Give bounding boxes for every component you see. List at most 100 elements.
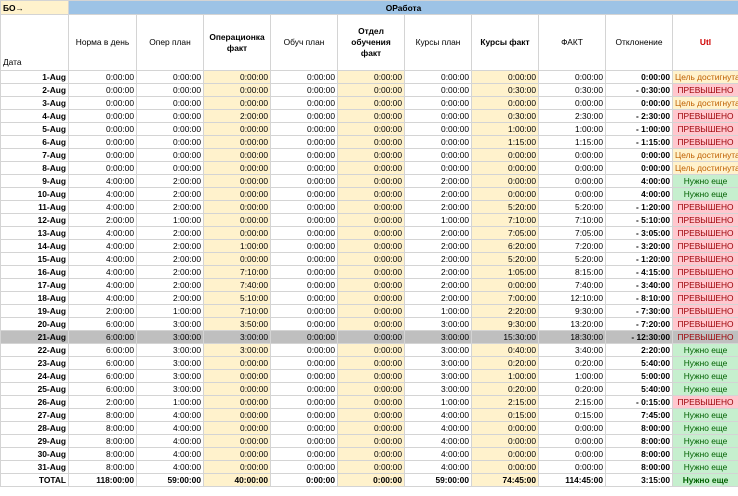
- oper-fact-cell[interactable]: 0:00:00: [203, 408, 271, 422]
- fact-cell[interactable]: 3:40:00: [538, 343, 606, 357]
- status-cell[interactable]: Цель достигнута: [671, 70, 738, 84]
- fact-cell[interactable]: 0:00:00: [538, 421, 606, 435]
- norm-cell[interactable]: 0:00:00: [68, 96, 137, 110]
- oper-fact-cell[interactable]: 0:00:00: [203, 70, 271, 84]
- kursy-fact-cell[interactable]: 1:15:00: [471, 135, 539, 149]
- kursy-plan-cell[interactable]: 2:00:00: [404, 291, 472, 305]
- kursy-plan-cell[interactable]: 0:00:00: [404, 70, 472, 84]
- fact-cell[interactable]: 0:00:00: [538, 174, 606, 188]
- kursy-fact-cell[interactable]: 0:00:00: [471, 460, 539, 474]
- date-cell[interactable]: 21-Aug: [0, 330, 69, 344]
- norm-cell[interactable]: 0:00:00: [68, 135, 137, 149]
- oper-plan-cell[interactable]: 2:00:00: [136, 187, 204, 201]
- obuch-plan-cell[interactable]: 0:00:00: [270, 187, 338, 201]
- oper-fact-cell[interactable]: 0:00:00: [203, 434, 271, 448]
- norm-cell[interactable]: 4:00:00: [68, 291, 137, 305]
- kursy-plan-cell[interactable]: 2:00:00: [404, 278, 472, 292]
- total-oper-fact-cell[interactable]: 40:00:00: [203, 473, 271, 487]
- date-cell[interactable]: 28-Aug: [0, 421, 69, 435]
- oper-fact-cell[interactable]: 3:50:00: [203, 317, 271, 331]
- kursy-fact-cell[interactable]: 0:40:00: [471, 343, 539, 357]
- otkl-cell[interactable]: 2:20:00: [605, 343, 673, 357]
- date-cell[interactable]: 13-Aug: [0, 226, 69, 240]
- date-cell[interactable]: 15-Aug: [0, 252, 69, 266]
- header-obuch-fact[interactable]: Отдел обучения факт: [337, 14, 405, 71]
- obuch-fact-cell[interactable]: 0:00:00: [337, 161, 405, 175]
- otkl-cell[interactable]: 5:00:00: [605, 369, 673, 383]
- oper-fact-cell[interactable]: 7:10:00: [203, 265, 271, 279]
- norm-cell[interactable]: 8:00:00: [68, 408, 137, 422]
- oper-fact-cell[interactable]: 0:00:00: [203, 356, 271, 370]
- status-cell[interactable]: ПРЕВЫШЕНО: [671, 226, 738, 240]
- kursy-plan-cell[interactable]: 0:00:00: [404, 122, 472, 136]
- otkl-cell[interactable]: 0:00:00: [605, 161, 673, 175]
- otkl-cell[interactable]: 0:00:00: [605, 148, 673, 162]
- oper-fact-cell[interactable]: 0:00:00: [203, 200, 271, 214]
- obuch-plan-cell[interactable]: 0:00:00: [270, 200, 338, 214]
- kursy-plan-cell[interactable]: 2:00:00: [404, 200, 472, 214]
- date-cell[interactable]: 30-Aug: [0, 447, 69, 461]
- otkl-cell[interactable]: 4:00:00: [605, 187, 673, 201]
- oper-fact-cell[interactable]: 3:00:00: [203, 330, 271, 344]
- kursy-fact-cell[interactable]: 0:20:00: [471, 356, 539, 370]
- norm-cell[interactable]: 4:00:00: [68, 265, 137, 279]
- date-cell[interactable]: 4-Aug: [0, 109, 69, 123]
- fact-cell[interactable]: 9:30:00: [538, 304, 606, 318]
- otkl-cell[interactable]: 5:40:00: [605, 356, 673, 370]
- kursy-plan-cell[interactable]: 3:00:00: [404, 356, 472, 370]
- status-cell[interactable]: Нужно еще: [671, 174, 738, 188]
- obuch-plan-cell[interactable]: 0:00:00: [270, 265, 338, 279]
- date-cell[interactable]: 26-Aug: [0, 395, 69, 409]
- date-cell[interactable]: 16-Aug: [0, 265, 69, 279]
- norm-cell[interactable]: 6:00:00: [68, 369, 137, 383]
- group-title-cell[interactable]: ОРабота: [67, 0, 738, 15]
- fact-cell[interactable]: 5:20:00: [538, 252, 606, 266]
- kursy-plan-cell[interactable]: 2:00:00: [404, 239, 472, 253]
- status-cell[interactable]: ПРЕВЫШЕНО: [671, 252, 738, 266]
- obuch-fact-cell[interactable]: 0:00:00: [337, 213, 405, 227]
- oper-plan-cell[interactable]: 2:00:00: [136, 239, 204, 253]
- total-fact-cell[interactable]: 114:45:00: [538, 473, 606, 487]
- oper-fact-cell[interactable]: 0:00:00: [203, 213, 271, 227]
- date-cell[interactable]: 11-Aug: [0, 200, 69, 214]
- obuch-fact-cell[interactable]: 0:00:00: [337, 460, 405, 474]
- status-cell[interactable]: ПРЕВЫШЕНО: [671, 330, 738, 344]
- kursy-fact-cell[interactable]: 0:00:00: [471, 70, 539, 84]
- oper-plan-cell[interactable]: 2:00:00: [136, 278, 204, 292]
- otkl-cell[interactable]: - 4:15:00: [605, 265, 673, 279]
- norm-cell[interactable]: 4:00:00: [68, 187, 137, 201]
- oper-plan-cell[interactable]: 3:00:00: [136, 356, 204, 370]
- norm-cell[interactable]: 0:00:00: [68, 109, 137, 123]
- total-otkl-cell[interactable]: 3:15:00: [605, 473, 673, 487]
- oper-plan-cell[interactable]: 4:00:00: [136, 447, 204, 461]
- norm-cell[interactable]: 4:00:00: [68, 278, 137, 292]
- oper-fact-cell[interactable]: 0:00:00: [203, 395, 271, 409]
- oper-fact-cell[interactable]: 0:00:00: [203, 226, 271, 240]
- obuch-plan-cell[interactable]: 0:00:00: [270, 252, 338, 266]
- obuch-fact-cell[interactable]: 0:00:00: [337, 447, 405, 461]
- otkl-cell[interactable]: - 1:00:00: [605, 122, 673, 136]
- otkl-cell[interactable]: - 3:20:00: [605, 239, 673, 253]
- obuch-plan-cell[interactable]: 0:00:00: [270, 278, 338, 292]
- obuch-plan-cell[interactable]: 0:00:00: [270, 291, 338, 305]
- kursy-fact-cell[interactable]: 1:00:00: [471, 369, 539, 383]
- oper-plan-cell[interactable]: 1:00:00: [136, 395, 204, 409]
- norm-cell[interactable]: 8:00:00: [68, 421, 137, 435]
- norm-cell[interactable]: 0:00:00: [68, 83, 137, 97]
- otkl-cell[interactable]: - 7:30:00: [605, 304, 673, 318]
- otkl-cell[interactable]: 0:00:00: [605, 70, 673, 84]
- obuch-fact-cell[interactable]: 0:00:00: [337, 265, 405, 279]
- status-cell[interactable]: ПРЕВЫШЕНО: [671, 278, 738, 292]
- fact-cell[interactable]: 7:40:00: [538, 278, 606, 292]
- kursy-plan-cell[interactable]: 3:00:00: [404, 317, 472, 331]
- status-cell[interactable]: Нужно еще: [671, 187, 738, 201]
- fact-cell[interactable]: 0:00:00: [538, 70, 606, 84]
- oper-plan-cell[interactable]: 2:00:00: [136, 252, 204, 266]
- status-cell[interactable]: ПРЕВЫШЕНО: [671, 135, 738, 149]
- header-norm[interactable]: Норма в день: [68, 14, 137, 71]
- status-cell[interactable]: ПРЕВЫШЕНО: [671, 239, 738, 253]
- kursy-fact-cell[interactable]: 7:00:00: [471, 291, 539, 305]
- kursy-fact-cell[interactable]: 0:15:00: [471, 408, 539, 422]
- otkl-cell[interactable]: 8:00:00: [605, 447, 673, 461]
- otkl-cell[interactable]: 8:00:00: [605, 434, 673, 448]
